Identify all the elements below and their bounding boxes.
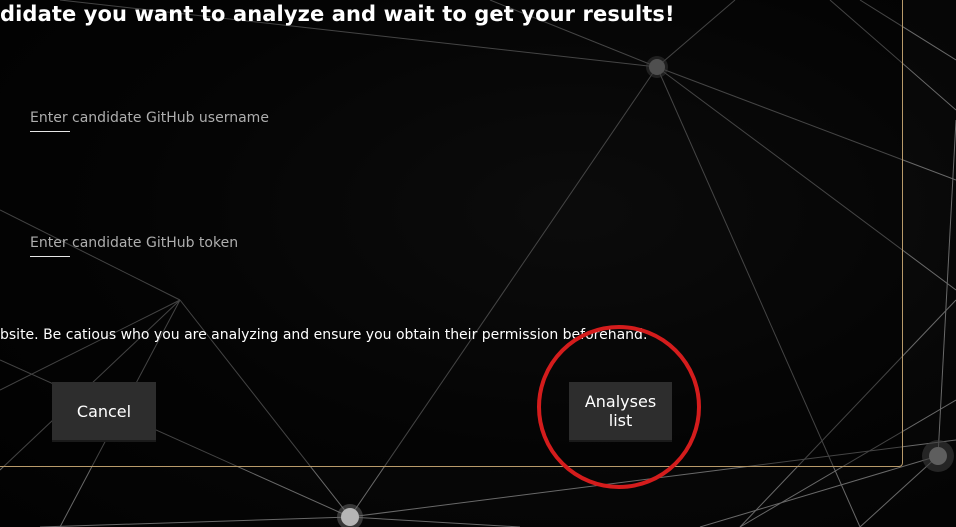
- token-field-wrapper: [30, 232, 410, 257]
- cancel-button[interactable]: Cancel: [52, 382, 156, 440]
- token-field-underline: [30, 256, 70, 257]
- permission-warning-text: bsite. Be catious who you are analyzing …: [0, 327, 648, 343]
- page-heading: didate you want to analyze and wait to g…: [0, 2, 675, 26]
- github-username-input[interactable]: [30, 110, 390, 126]
- page-background: didate you want to analyze and wait to g…: [0, 0, 956, 527]
- github-token-input[interactable]: [30, 235, 390, 251]
- username-field-underline: [30, 131, 70, 132]
- analyses-list-button[interactable]: Analyses list: [569, 382, 672, 440]
- username-field-wrapper: [30, 107, 410, 132]
